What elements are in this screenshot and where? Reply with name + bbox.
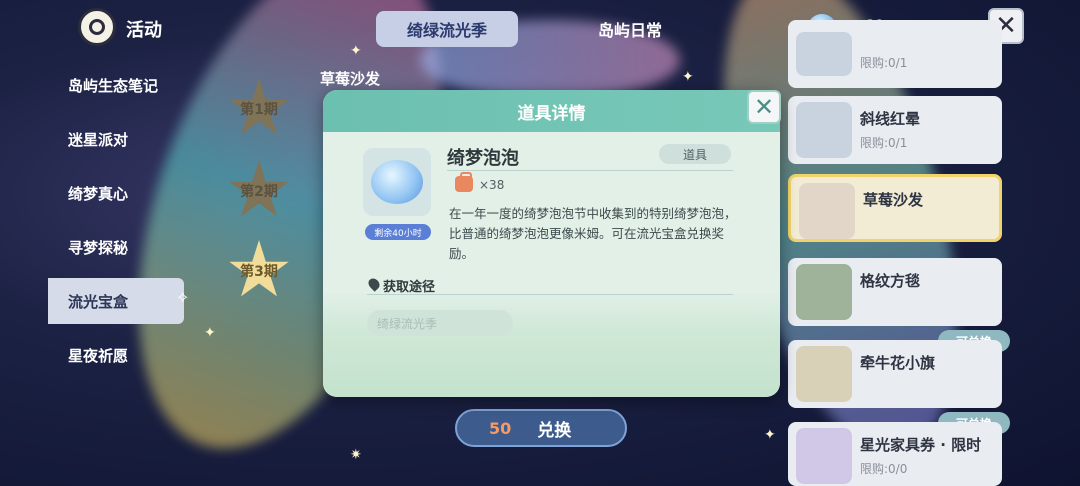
sidebar-item-dream-heart[interactable]: 绮梦真心 bbox=[48, 166, 188, 220]
item-type-badge: 道具 bbox=[659, 144, 731, 164]
item-detail-modal: 道具详情 剩余40小时 绮梦泡泡 道具 ×38 在一年一度的绮梦泡泡节中收集到的… bbox=[323, 90, 780, 397]
source-heading: 获取途径 bbox=[383, 280, 436, 295]
period-2-label: 第2期 bbox=[240, 184, 278, 200]
backpack-icon bbox=[455, 172, 473, 192]
item-name: 格纹方毯 bbox=[860, 272, 921, 290]
sidebar: 岛屿生态笔记 迷星派对 绮梦真心 寻梦探秘 流光宝盒 星夜祈愿 bbox=[48, 58, 188, 382]
item-name: 星光家具券 · 限时 bbox=[860, 436, 982, 454]
sidebar-item-dream-explore[interactable]: 寻梦探秘 bbox=[48, 220, 188, 274]
tab-lucid-green[interactable]: 绮绿流光季 bbox=[376, 11, 518, 47]
sofa-icon bbox=[799, 183, 855, 239]
section-title: 草莓沙发 bbox=[320, 70, 381, 88]
divider bbox=[447, 170, 733, 171]
source-button[interactable]: 绮绿流光季 bbox=[367, 310, 513, 336]
item-limit: 限购:0/1 bbox=[860, 136, 908, 150]
exchange-price: 50 bbox=[489, 418, 512, 438]
blush-icon bbox=[796, 102, 852, 158]
sidebar-item-star-wish[interactable]: 星夜祈愿 bbox=[48, 328, 188, 382]
plaid-rug-icon bbox=[796, 264, 852, 320]
item-limit: 限购:0/0 bbox=[860, 462, 908, 476]
modal-title: 道具详情 bbox=[323, 90, 780, 132]
item-icon-frame bbox=[363, 148, 431, 216]
item-card[interactable]: 格纹方毯 bbox=[788, 258, 1002, 326]
flag-icon bbox=[796, 346, 852, 402]
exchange-label: 兑换 bbox=[537, 420, 572, 441]
item-name: 斜线红晕 bbox=[860, 110, 921, 128]
period-2-button[interactable]: 第2期 bbox=[228, 160, 290, 222]
period-3-button[interactable]: 第3期 bbox=[228, 240, 290, 302]
divider bbox=[367, 294, 733, 295]
item-limit: 限购:0/1 bbox=[860, 56, 908, 70]
modal-background bbox=[323, 290, 780, 397]
period-1-button[interactable]: 第1期 bbox=[228, 78, 290, 140]
item-name: 绮梦泡泡 bbox=[447, 148, 519, 169]
period-1-label: 第1期 bbox=[240, 102, 278, 118]
modal-close-icon[interactable]: ✕ bbox=[747, 90, 781, 124]
activity-logo-icon bbox=[78, 8, 116, 46]
remaining-time-badge: 剩余40小时 bbox=[365, 224, 431, 240]
tab-island-daily[interactable]: 岛屿日常 bbox=[580, 11, 680, 47]
item-card[interactable]: 限购:0/1 bbox=[788, 20, 1002, 88]
sidebar-item-star-party[interactable]: 迷星派对 bbox=[48, 112, 188, 166]
owned-count: ×38 bbox=[479, 178, 505, 192]
dream-bubble-icon bbox=[371, 160, 423, 204]
sidebar-item-eco-notes[interactable]: 岛屿生态笔记 bbox=[48, 58, 188, 112]
coupon-icon bbox=[796, 428, 852, 484]
exchange-button[interactable]: 50 兑换 bbox=[455, 409, 627, 447]
sparkle-icon: ✧ bbox=[176, 288, 190, 307]
item-name: 牵牛花小旗 bbox=[860, 354, 936, 372]
period-3-label: 第3期 bbox=[240, 264, 278, 280]
item-card[interactable]: 星光家具券 · 限时 限购:0/0 bbox=[788, 422, 1002, 486]
item-card-selected[interactable]: 草莓沙发 bbox=[788, 174, 1002, 242]
sidebar-item-light-box[interactable]: 流光宝盒 bbox=[48, 278, 184, 324]
item-description: 在一年一度的绮梦泡泡节中收集到的特别绮梦泡泡，比普通的绮梦泡泡更像米姆。可在流光… bbox=[449, 206, 737, 261]
item-card[interactable]: 牵牛花小旗 bbox=[788, 340, 1002, 408]
boots-icon bbox=[796, 32, 852, 76]
item-name: 草莓沙发 bbox=[863, 191, 924, 209]
item-card[interactable]: 斜线红晕 限购:0/1 bbox=[788, 96, 1002, 164]
page-title: 活动 bbox=[126, 20, 162, 41]
